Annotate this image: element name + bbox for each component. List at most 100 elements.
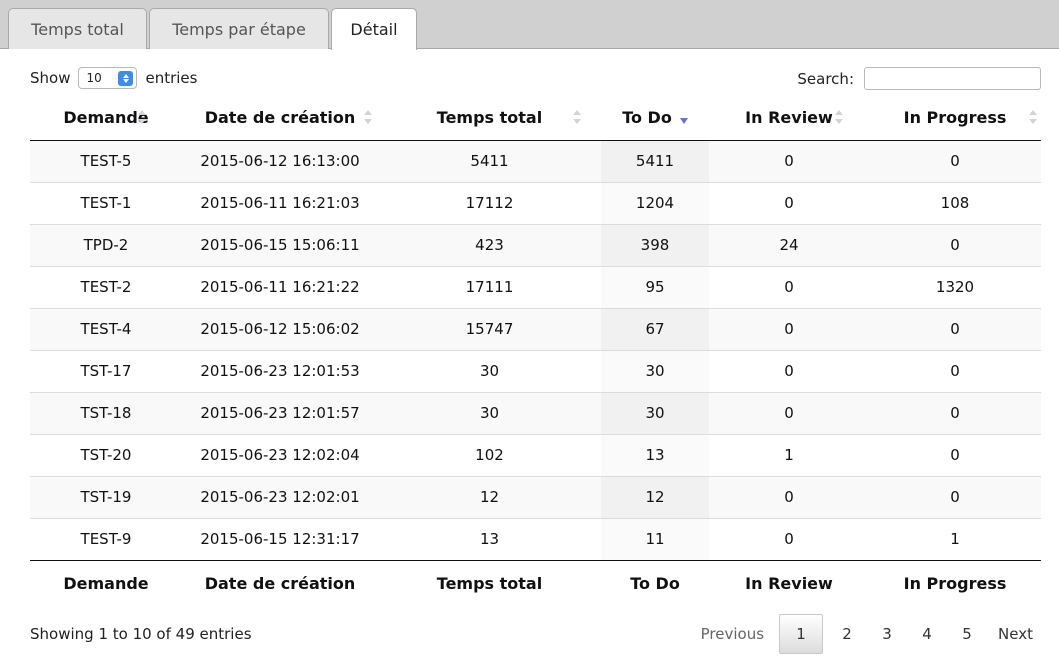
cell-in-progress: 0 bbox=[869, 223, 1041, 266]
cell-demande: TPD-2 bbox=[30, 223, 182, 266]
footer-date-creation: Date de création bbox=[182, 559, 378, 606]
column-header-in-review[interactable]: In Review bbox=[709, 95, 869, 141]
cell-temps-total: 30 bbox=[378, 349, 601, 392]
page-button-3[interactable]: 3 bbox=[867, 614, 907, 654]
detail-table: Demande Date de création Temps total To … bbox=[30, 95, 1041, 606]
cell-date-creation: 2015-06-15 12:31:17 bbox=[182, 517, 378, 560]
table-row[interactable]: TST-20 2015-06-23 12:02:04 102 13 1 0 bbox=[30, 433, 1041, 476]
cell-date-creation: 2015-06-15 15:06:11 bbox=[182, 223, 378, 266]
pagination: Previous 1 2 3 4 5 Next bbox=[690, 614, 1044, 654]
select-stepper-icon bbox=[118, 71, 134, 86]
search-input[interactable] bbox=[864, 67, 1041, 90]
sort-descending-icon bbox=[679, 118, 688, 125]
cell-to-do: 398 bbox=[601, 223, 709, 266]
cell-temps-total: 423 bbox=[378, 223, 601, 266]
sort-both-icon bbox=[1029, 110, 1037, 124]
cell-in-progress: 0 bbox=[869, 307, 1041, 350]
cell-to-do: 30 bbox=[601, 349, 709, 392]
cell-in-review: 0 bbox=[709, 517, 869, 560]
page-button-5[interactable]: 5 bbox=[947, 614, 987, 654]
column-header-temps-total[interactable]: Temps total bbox=[378, 95, 601, 141]
table-row[interactable]: TST-18 2015-06-23 12:01:57 30 30 0 0 bbox=[30, 391, 1041, 434]
cell-in-review: 24 bbox=[709, 223, 869, 266]
footer-temps-total: Temps total bbox=[378, 559, 601, 606]
cell-in-progress: 0 bbox=[869, 349, 1041, 392]
tab-temps-par-etape[interactable]: Temps par étape bbox=[149, 8, 329, 49]
cell-in-progress: 0 bbox=[869, 391, 1041, 434]
cell-to-do: 11 bbox=[601, 517, 709, 560]
show-label: Show bbox=[30, 69, 71, 87]
entries-label: entries bbox=[145, 69, 198, 87]
column-header-to-do[interactable]: To Do bbox=[601, 95, 709, 141]
cell-to-do: 30 bbox=[601, 391, 709, 434]
cell-in-progress: 0 bbox=[869, 140, 1041, 182]
cell-to-do: 5411 bbox=[601, 140, 709, 182]
cell-in-review: 0 bbox=[709, 265, 869, 308]
cell-date-creation: 2015-06-11 16:21:22 bbox=[182, 265, 378, 308]
table-row[interactable]: TEST-5 2015-06-12 16:13:00 5411 5411 0 0 bbox=[30, 140, 1041, 182]
cell-date-creation: 2015-06-12 15:06:02 bbox=[182, 307, 378, 350]
table-row[interactable]: TEST-4 2015-06-12 15:06:02 15747 67 0 0 bbox=[30, 307, 1041, 350]
table-row[interactable]: TST-17 2015-06-23 12:01:53 30 30 0 0 bbox=[30, 349, 1041, 392]
cell-temps-total: 30 bbox=[378, 391, 601, 434]
table-row[interactable]: TEST-9 2015-06-15 12:31:17 13 11 0 1 bbox=[30, 517, 1041, 560]
cell-to-do: 12 bbox=[601, 475, 709, 518]
cell-demande: TEST-2 bbox=[30, 265, 182, 308]
page-button-1[interactable]: 1 bbox=[779, 614, 824, 654]
cell-demande: TEST-4 bbox=[30, 307, 182, 350]
table-row[interactable]: TEST-1 2015-06-11 16:21:03 17112 1204 0 … bbox=[30, 181, 1041, 224]
cell-to-do: 95 bbox=[601, 265, 709, 308]
column-header-in-progress[interactable]: In Progress bbox=[869, 95, 1041, 141]
search-control: Search: bbox=[797, 67, 1041, 90]
cell-temps-total: 17111 bbox=[378, 265, 601, 308]
sort-both-icon bbox=[138, 110, 146, 124]
tab-bar: Temps total Temps par étape Détail bbox=[0, 0, 1059, 50]
search-label: Search: bbox=[797, 69, 854, 88]
column-header-demande[interactable]: Demande bbox=[30, 95, 182, 141]
cell-temps-total: 15747 bbox=[378, 307, 601, 350]
table-footer: Demande Date de création Temps total To … bbox=[30, 559, 1041, 606]
cell-demande: TST-17 bbox=[30, 349, 182, 392]
cell-in-progress: 0 bbox=[869, 475, 1041, 518]
footer-in-review: In Review bbox=[709, 559, 869, 606]
cell-to-do: 1204 bbox=[601, 181, 709, 224]
table-header: Demande Date de création Temps total To … bbox=[30, 95, 1041, 141]
tab-detail[interactable]: Détail bbox=[331, 8, 417, 50]
table-body: TEST-5 2015-06-12 16:13:00 5411 5411 0 0… bbox=[30, 140, 1041, 560]
cell-to-do: 67 bbox=[601, 307, 709, 350]
cell-demande: TEST-1 bbox=[30, 181, 182, 224]
sort-both-icon bbox=[573, 110, 581, 124]
length-control: Show 10 entries bbox=[30, 67, 197, 89]
previous-button[interactable]: Previous bbox=[690, 614, 775, 654]
cell-date-creation: 2015-06-23 12:02:04 bbox=[182, 433, 378, 476]
cell-temps-total: 12 bbox=[378, 475, 601, 518]
cell-to-do: 13 bbox=[601, 433, 709, 476]
cell-date-creation: 2015-06-12 16:13:00 bbox=[182, 140, 378, 182]
table-row[interactable]: TST-19 2015-06-23 12:02:01 12 12 0 0 bbox=[30, 475, 1041, 518]
cell-in-progress: 1320 bbox=[869, 265, 1041, 308]
cell-demande: TEST-5 bbox=[30, 140, 182, 182]
next-button[interactable]: Next bbox=[987, 614, 1044, 654]
cell-date-creation: 2015-06-23 12:01:57 bbox=[182, 391, 378, 434]
sort-both-icon bbox=[835, 110, 843, 124]
cell-temps-total: 102 bbox=[378, 433, 601, 476]
cell-in-progress: 0 bbox=[869, 433, 1041, 476]
tab-temps-total[interactable]: Temps total bbox=[8, 8, 147, 49]
column-header-date-creation[interactable]: Date de création bbox=[182, 95, 378, 141]
footer-to-do: To Do bbox=[601, 559, 709, 606]
cell-in-review: 0 bbox=[709, 181, 869, 224]
cell-in-review: 0 bbox=[709, 307, 869, 350]
table-row[interactable]: TPD-2 2015-06-15 15:06:11 423 398 24 0 bbox=[30, 223, 1041, 266]
cell-demande: TST-18 bbox=[30, 391, 182, 434]
footer-demande: Demande bbox=[30, 559, 182, 606]
cell-in-progress: 108 bbox=[869, 181, 1041, 224]
table-row[interactable]: TEST-2 2015-06-11 16:21:22 17111 95 0 13… bbox=[30, 265, 1041, 308]
entries-select[interactable]: 10 bbox=[78, 67, 138, 89]
cell-date-creation: 2015-06-23 12:01:53 bbox=[182, 349, 378, 392]
sort-both-icon bbox=[364, 110, 372, 124]
cell-demande: TST-20 bbox=[30, 433, 182, 476]
page-button-2[interactable]: 2 bbox=[827, 614, 867, 654]
footer-in-progress: In Progress bbox=[869, 559, 1041, 606]
cell-in-review: 0 bbox=[709, 475, 869, 518]
page-button-4[interactable]: 4 bbox=[907, 614, 947, 654]
